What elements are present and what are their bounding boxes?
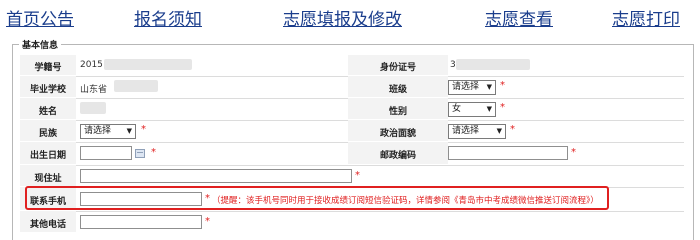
section-title: 基本信息 bbox=[19, 38, 62, 51]
school-value: 山东省 bbox=[80, 85, 108, 95]
required-mark: * bbox=[510, 124, 515, 135]
nav-home-announcement[interactable]: 首页公告 bbox=[6, 5, 74, 30]
required-mark: * bbox=[355, 170, 360, 181]
table-row: 姓名 性别 女 ▼ * bbox=[20, 98, 684, 121]
id-no-value: 3 bbox=[450, 60, 456, 70]
required-mark: * bbox=[500, 80, 505, 91]
label-address: 现住址 bbox=[34, 174, 62, 184]
label-school: 毕业学校 bbox=[29, 85, 66, 95]
table-row: 学籍号 2015 身份证号 3 bbox=[20, 55, 684, 77]
redacted-id-no bbox=[456, 59, 530, 70]
nav-print-choices[interactable]: 志愿打印 bbox=[612, 5, 680, 30]
label-student-no: 学籍号 bbox=[34, 63, 62, 73]
gender-select[interactable]: 女 ▼ bbox=[448, 102, 496, 117]
top-navigation: 首页公告 报名须知 志愿填报及修改 志愿查看 志愿打印 bbox=[0, 0, 700, 34]
label-other-phone: 其他电话 bbox=[29, 220, 66, 230]
postcode-input[interactable] bbox=[448, 146, 568, 160]
class-select[interactable]: 请选择 ▼ bbox=[448, 80, 496, 95]
nav-registration-notice[interactable]: 报名须知 bbox=[134, 5, 202, 30]
required-mark: * bbox=[151, 147, 156, 158]
dropdown-arrow-icon: ▼ bbox=[486, 105, 492, 113]
calendar-icon[interactable] bbox=[135, 149, 145, 158]
label-postcode: 邮政编码 bbox=[379, 151, 416, 161]
redacted-name bbox=[80, 102, 106, 114]
required-mark: * bbox=[571, 147, 576, 158]
student-no-value: 2015 bbox=[80, 60, 103, 70]
table-row: 现住址 * bbox=[20, 165, 684, 188]
required-mark: * bbox=[500, 102, 505, 113]
ethnicity-select-value: 请选择 bbox=[84, 126, 112, 136]
label-class: 班级 bbox=[388, 85, 407, 95]
gender-select-value: 女 bbox=[452, 104, 462, 114]
basic-info-table: 学籍号 2015 身份证号 3 毕业学校 山东省 班级 请选择 ▼ * 姓名 性别… bbox=[20, 55, 684, 240]
birthdate-input[interactable] bbox=[80, 146, 132, 160]
label-ethnicity: 民族 bbox=[38, 129, 57, 139]
required-mark: * bbox=[205, 216, 210, 227]
label-gender: 性别 bbox=[388, 107, 407, 117]
politics-select[interactable]: 请选择 ▼ bbox=[448, 124, 506, 139]
other-phone-input[interactable] bbox=[80, 215, 202, 229]
ethnicity-select[interactable]: 请选择 ▼ bbox=[80, 124, 136, 139]
politics-select-value: 请选择 bbox=[452, 126, 480, 136]
redacted-school bbox=[114, 80, 158, 92]
address-input[interactable] bbox=[80, 169, 352, 183]
nav-fill-and-modify[interactable]: 志愿填报及修改 bbox=[283, 5, 402, 30]
class-select-value: 请选择 bbox=[452, 82, 480, 92]
dropdown-arrow-icon: ▼ bbox=[126, 127, 132, 135]
dropdown-arrow-icon: ▼ bbox=[486, 83, 492, 91]
table-row: 出生日期 * 邮政编码 * bbox=[20, 142, 684, 166]
table-row: 其他电话 * bbox=[20, 211, 684, 233]
dropdown-arrow-icon: ▼ bbox=[496, 127, 502, 135]
table-row: 民族 请选择 ▼ * 政治面貌 请选择 ▼ * bbox=[20, 120, 684, 143]
required-mark: * bbox=[141, 124, 146, 135]
label-politics: 政治面貌 bbox=[379, 129, 416, 139]
nav-view-choices[interactable]: 志愿查看 bbox=[485, 5, 553, 30]
label-name: 姓名 bbox=[38, 107, 57, 117]
label-birthdate: 出生日期 bbox=[29, 151, 66, 161]
redacted-student-no bbox=[104, 59, 192, 70]
label-id-no: 身份证号 bbox=[379, 63, 416, 73]
table-row: 毕业学校 山东省 班级 请选择 ▼ * bbox=[20, 76, 684, 99]
phone-highlight-box bbox=[25, 186, 609, 210]
